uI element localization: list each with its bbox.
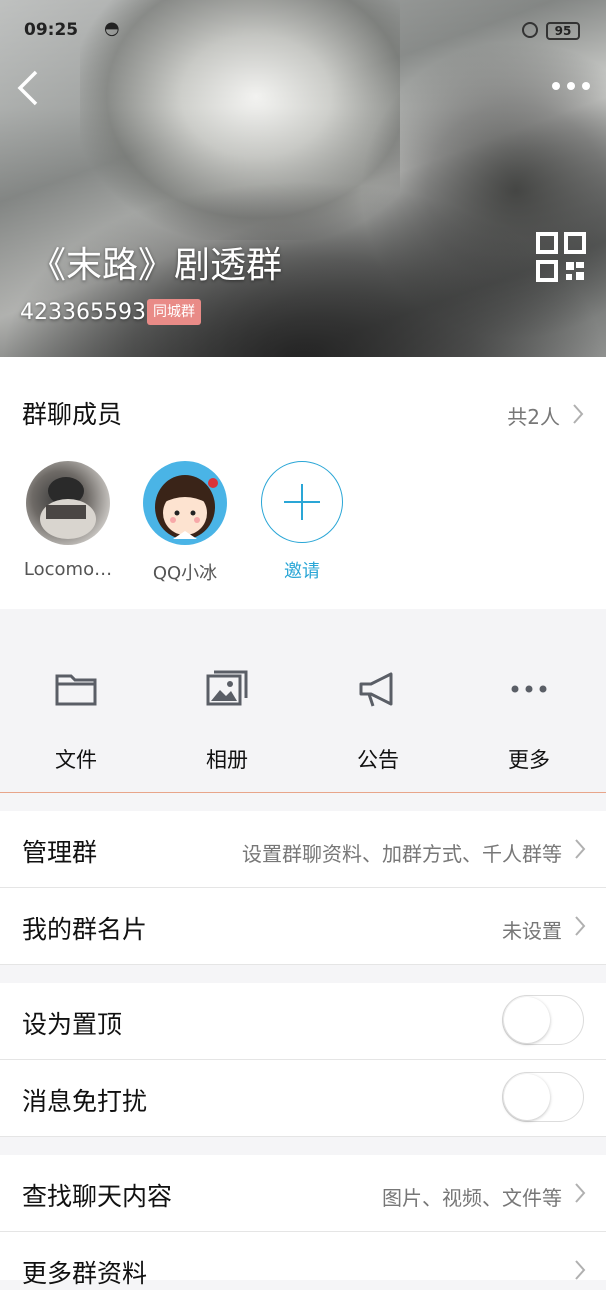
group-title: 《末路》剧透群: [30, 245, 283, 286]
pin-top-row: 设为置顶: [0, 983, 606, 1060]
member-name: Locomo…: [23, 559, 113, 580]
avatar-photo: [40, 477, 96, 539]
row-label: 消息免打扰: [22, 1087, 148, 1116]
avatar[interactable]: [143, 461, 227, 545]
manage-group-row[interactable]: 管理群 设置群聊资料、加群方式、千人群等: [0, 811, 606, 888]
chevron-right-icon: [575, 1183, 586, 1203]
action-label: 更多: [508, 748, 550, 772]
mute-row: 消息免打扰: [0, 1060, 606, 1137]
group-header: 09:25 ◓ 95 《末路》剧透群 423365593 同城群: [0, 0, 606, 357]
group-card-row[interactable]: 我的群名片 未设置: [0, 888, 606, 965]
action-label: 文件: [55, 748, 97, 772]
member-name: QQ小冰: [152, 563, 218, 584]
status-time: 09:25: [24, 20, 79, 40]
members-title: 群聊成员: [22, 400, 123, 429]
action-label: 相册: [206, 748, 248, 772]
chevron-right-icon[interactable]: [572, 403, 584, 425]
battery-icon: 95: [546, 22, 580, 40]
search-chat-row[interactable]: 查找聊天内容 图片、视频、文件等: [0, 1155, 606, 1232]
mute-toggle[interactable]: [502, 1072, 584, 1122]
status-bar: 09:25 ◓ 95: [0, 14, 606, 48]
member-item[interactable]: Locomo…: [18, 461, 118, 580]
invite-button[interactable]: [261, 461, 343, 543]
avatar-cartoon: [155, 475, 218, 539]
city-group-badge: 同城群: [147, 299, 201, 325]
row-label: 设为置顶: [22, 1010, 123, 1039]
toggle-knob: [504, 1074, 550, 1120]
more-info-row[interactable]: 更多群资料: [0, 1232, 606, 1288]
chevron-right-icon: [575, 839, 586, 859]
row-value: 设置群聊资料、加群方式、千人群等: [242, 842, 562, 866]
member-item[interactable]: QQ小冰: [135, 461, 235, 585]
quick-actions: 文件 相册 公告 更多: [0, 610, 606, 793]
member-count[interactable]: 共2人: [507, 401, 560, 430]
row-label: 查找聊天内容: [22, 1182, 173, 1211]
row-label: 管理群: [22, 838, 98, 867]
pin-top-toggle[interactable]: [502, 995, 584, 1045]
plus-icon: [284, 484, 320, 520]
qr-code-icon[interactable]: [536, 232, 586, 282]
action-album[interactable]: 相册: [177, 666, 277, 774]
action-label: 公告: [357, 748, 399, 772]
row-value: 未设置: [502, 919, 562, 943]
more-options-icon[interactable]: [550, 74, 592, 98]
row-label: 更多群资料: [22, 1259, 148, 1288]
toggle-knob: [504, 997, 550, 1043]
chevron-right-icon: [575, 916, 586, 936]
invite-member[interactable]: 邀请: [252, 461, 352, 583]
chevron-right-icon: [575, 1260, 586, 1280]
album-icon: [206, 670, 248, 706]
megaphone-icon: [359, 672, 393, 707]
folder-icon: [55, 674, 97, 706]
more-dots-icon: [511, 685, 547, 693]
action-files[interactable]: 文件: [26, 666, 126, 774]
invite-label[interactable]: 邀请: [252, 557, 352, 583]
lock-rotation-icon: [522, 22, 538, 38]
group-id: 423365593: [20, 300, 146, 325]
action-more[interactable]: 更多: [479, 666, 579, 774]
action-announcement[interactable]: 公告: [328, 666, 428, 774]
row-label: 我的群名片: [22, 915, 148, 944]
back-arrow-icon[interactable]: [14, 70, 44, 106]
row-value: 图片、视频、文件等: [382, 1186, 562, 1210]
avatar[interactable]: [26, 461, 110, 545]
members-section: 群聊成员 共2人 Locomo… QQ小冰 邀请: [0, 357, 606, 609]
wifi-icon: ◓: [104, 18, 120, 39]
